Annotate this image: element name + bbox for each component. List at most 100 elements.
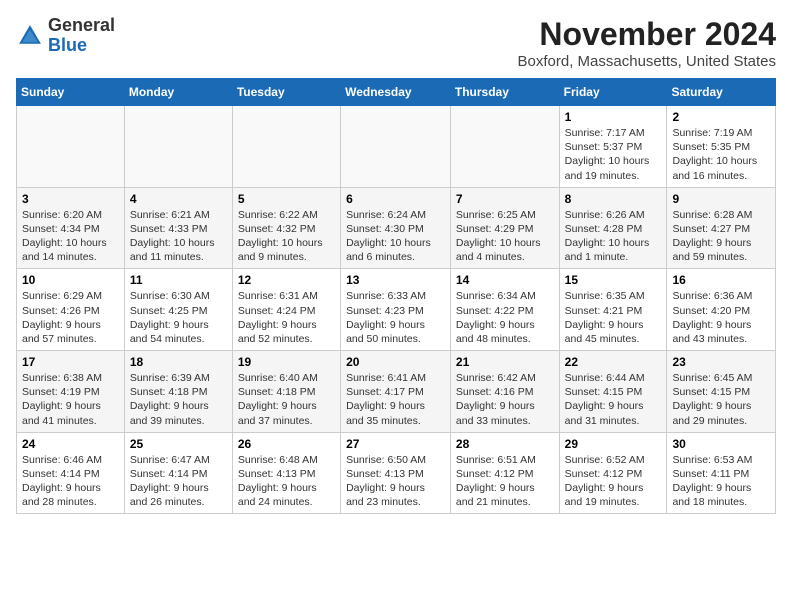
day-number: 23 — [672, 355, 770, 369]
location: Boxford, Massachusetts, United States — [518, 53, 776, 70]
calendar-cell: 23 Sunrise: 6:45 AM Sunset: 4:15 PM Dayli… — [667, 351, 776, 433]
day-number: 5 — [238, 192, 335, 206]
calendar-cell: 13 Sunrise: 6:33 AM Sunset: 4:23 PM Dayli… — [341, 269, 451, 351]
day-number: 9 — [672, 192, 770, 206]
logo-text: General Blue — [48, 16, 115, 56]
day-info: Sunrise: 6:22 AM Sunset: 4:32 PM Dayligh… — [238, 208, 335, 265]
day-info: Sunrise: 6:52 AM Sunset: 4:12 PM Dayligh… — [565, 453, 662, 510]
calendar-cell: 25Sunrise: 6:47 AM Sunset: 4:14 PM Dayli… — [124, 432, 232, 514]
calendar-week-row: 10Sunrise: 6:29 AM Sunset: 4:26 PM Dayli… — [17, 269, 776, 351]
day-number: 4 — [130, 192, 227, 206]
weekday-header-saturday: Saturday — [667, 79, 776, 106]
day-number: 20 — [346, 355, 445, 369]
day-info: Sunrise: 6:25 AM Sunset: 4:29 PM Dayligh… — [456, 208, 554, 265]
day-info: Sunrise: 6:30 AM Sunset: 4:25 PM Dayligh… — [130, 289, 227, 346]
calendar-cell: 18 Sunrise: 6:39 AM Sunset: 4:18 PM Dayli… — [124, 351, 232, 433]
calendar-week-row: 1 Sunrise: 7:17 AM Sunset: 5:37 PM Daylig… — [17, 106, 776, 188]
calendar-cell — [232, 106, 340, 188]
day-number: 12 — [238, 273, 335, 287]
day-info: Sunrise: 6:34 AM Sunset: 4:22 PM Dayligh… — [456, 289, 554, 346]
day-info: Sunrise: 6:45 AM Sunset: 4:15 PM Dayligh… — [672, 371, 770, 428]
calendar-week-row: 24Sunrise: 6:46 AM Sunset: 4:14 PM Dayli… — [17, 432, 776, 514]
calendar-cell: 7 Sunrise: 6:25 AM Sunset: 4:29 PM Daylig… — [450, 187, 559, 269]
day-number: 26 — [238, 437, 335, 451]
day-info: Sunrise: 6:47 AM Sunset: 4:14 PM Dayligh… — [130, 453, 227, 510]
day-info: Sunrise: 6:20 AM Sunset: 4:34 PM Dayligh… — [22, 208, 119, 265]
calendar-body: 1 Sunrise: 7:17 AM Sunset: 5:37 PM Daylig… — [17, 106, 776, 514]
day-number: 28 — [456, 437, 554, 451]
day-number: 27 — [346, 437, 445, 451]
day-number: 15 — [565, 273, 662, 287]
calendar-cell — [450, 106, 559, 188]
day-number: 29 — [565, 437, 662, 451]
day-number: 3 — [22, 192, 119, 206]
day-info: Sunrise: 6:26 AM Sunset: 4:28 PM Dayligh… — [565, 208, 662, 265]
day-number: 21 — [456, 355, 554, 369]
calendar-cell: 1 Sunrise: 7:17 AM Sunset: 5:37 PM Daylig… — [559, 106, 667, 188]
logo-blue: Blue — [48, 35, 87, 55]
day-number: 13 — [346, 273, 445, 287]
calendar-cell: 14 Sunrise: 6:34 AM Sunset: 4:22 PM Dayli… — [450, 269, 559, 351]
day-info: Sunrise: 6:29 AM Sunset: 4:26 PM Dayligh… — [22, 289, 119, 346]
weekday-header-friday: Friday — [559, 79, 667, 106]
calendar-cell: 29 Sunrise: 6:52 AM Sunset: 4:12 PM Dayli… — [559, 432, 667, 514]
day-number: 8 — [565, 192, 662, 206]
calendar-cell — [341, 106, 451, 188]
calendar-cell: 6 Sunrise: 6:24 AM Sunset: 4:30 PM Daylig… — [341, 187, 451, 269]
day-info: Sunrise: 6:51 AM Sunset: 4:12 PM Dayligh… — [456, 453, 554, 510]
day-info: Sunrise: 6:39 AM Sunset: 4:18 PM Dayligh… — [130, 371, 227, 428]
calendar-header-row: SundayMondayTuesdayWednesdayThursdayFrid… — [17, 79, 776, 106]
day-number: 6 — [346, 192, 445, 206]
day-info: Sunrise: 6:46 AM Sunset: 4:14 PM Dayligh… — [22, 453, 119, 510]
day-number: 18 — [130, 355, 227, 369]
calendar-cell: 20 Sunrise: 6:41 AM Sunset: 4:17 PM Dayli… — [341, 351, 451, 433]
day-number: 14 — [456, 273, 554, 287]
calendar-cell: 28 Sunrise: 6:51 AM Sunset: 4:12 PM Dayli… — [450, 432, 559, 514]
calendar-week-row: 3 Sunrise: 6:20 AM Sunset: 4:34 PM Daylig… — [17, 187, 776, 269]
calendar-cell: 10Sunrise: 6:29 AM Sunset: 4:26 PM Dayli… — [17, 269, 125, 351]
calendar-cell: 2Sunrise: 7:19 AM Sunset: 5:35 PM Daylig… — [667, 106, 776, 188]
day-info: Sunrise: 6:28 AM Sunset: 4:27 PM Dayligh… — [672, 208, 770, 265]
calendar-cell: 22Sunrise: 6:44 AM Sunset: 4:15 PM Dayli… — [559, 351, 667, 433]
day-info: Sunrise: 7:17 AM Sunset: 5:37 PM Dayligh… — [565, 126, 662, 183]
day-info: Sunrise: 6:40 AM Sunset: 4:18 PM Dayligh… — [238, 371, 335, 428]
day-number: 11 — [130, 273, 227, 287]
day-info: Sunrise: 6:31 AM Sunset: 4:24 PM Dayligh… — [238, 289, 335, 346]
calendar-cell — [17, 106, 125, 188]
calendar-cell — [124, 106, 232, 188]
day-info: Sunrise: 6:50 AM Sunset: 4:13 PM Dayligh… — [346, 453, 445, 510]
title-block: November 2024 Boxford, Massachusetts, Un… — [518, 16, 776, 70]
day-number: 30 — [672, 437, 770, 451]
day-number: 17 — [22, 355, 119, 369]
calendar-table: SundayMondayTuesdayWednesdayThursdayFrid… — [16, 78, 776, 514]
calendar-cell: 19 Sunrise: 6:40 AM Sunset: 4:18 PM Dayli… — [232, 351, 340, 433]
day-info: Sunrise: 6:48 AM Sunset: 4:13 PM Dayligh… — [238, 453, 335, 510]
day-info: Sunrise: 6:36 AM Sunset: 4:20 PM Dayligh… — [672, 289, 770, 346]
calendar-cell: 26 Sunrise: 6:48 AM Sunset: 4:13 PM Dayli… — [232, 432, 340, 514]
calendar-cell: 21 Sunrise: 6:42 AM Sunset: 4:16 PM Dayli… — [450, 351, 559, 433]
weekday-header-monday: Monday — [124, 79, 232, 106]
calendar-cell: 3 Sunrise: 6:20 AM Sunset: 4:34 PM Daylig… — [17, 187, 125, 269]
calendar-cell: 30 Sunrise: 6:53 AM Sunset: 4:11 PM Dayli… — [667, 432, 776, 514]
logo-general: General — [48, 15, 115, 35]
day-info: Sunrise: 6:42 AM Sunset: 4:16 PM Dayligh… — [456, 371, 554, 428]
day-info: Sunrise: 6:33 AM Sunset: 4:23 PM Dayligh… — [346, 289, 445, 346]
calendar-cell: 5 Sunrise: 6:22 AM Sunset: 4:32 PM Daylig… — [232, 187, 340, 269]
calendar-cell: 17Sunrise: 6:38 AM Sunset: 4:19 PM Dayli… — [17, 351, 125, 433]
calendar-cell: 8 Sunrise: 6:26 AM Sunset: 4:28 PM Daylig… — [559, 187, 667, 269]
calendar-cell: 12 Sunrise: 6:31 AM Sunset: 4:24 PM Dayli… — [232, 269, 340, 351]
day-info: Sunrise: 6:24 AM Sunset: 4:30 PM Dayligh… — [346, 208, 445, 265]
weekday-header-wednesday: Wednesday — [341, 79, 451, 106]
day-info: Sunrise: 6:21 AM Sunset: 4:33 PM Dayligh… — [130, 208, 227, 265]
day-number: 7 — [456, 192, 554, 206]
day-info: Sunrise: 6:53 AM Sunset: 4:11 PM Dayligh… — [672, 453, 770, 510]
logo: General Blue — [16, 16, 115, 56]
calendar-cell: 16Sunrise: 6:36 AM Sunset: 4:20 PM Dayli… — [667, 269, 776, 351]
day-number: 22 — [565, 355, 662, 369]
day-number: 1 — [565, 110, 662, 124]
day-info: Sunrise: 6:41 AM Sunset: 4:17 PM Dayligh… — [346, 371, 445, 428]
weekday-header-sunday: Sunday — [17, 79, 125, 106]
page-header: General Blue November 2024 Boxford, Mass… — [16, 16, 776, 70]
day-number: 19 — [238, 355, 335, 369]
calendar-week-row: 17Sunrise: 6:38 AM Sunset: 4:19 PM Dayli… — [17, 351, 776, 433]
